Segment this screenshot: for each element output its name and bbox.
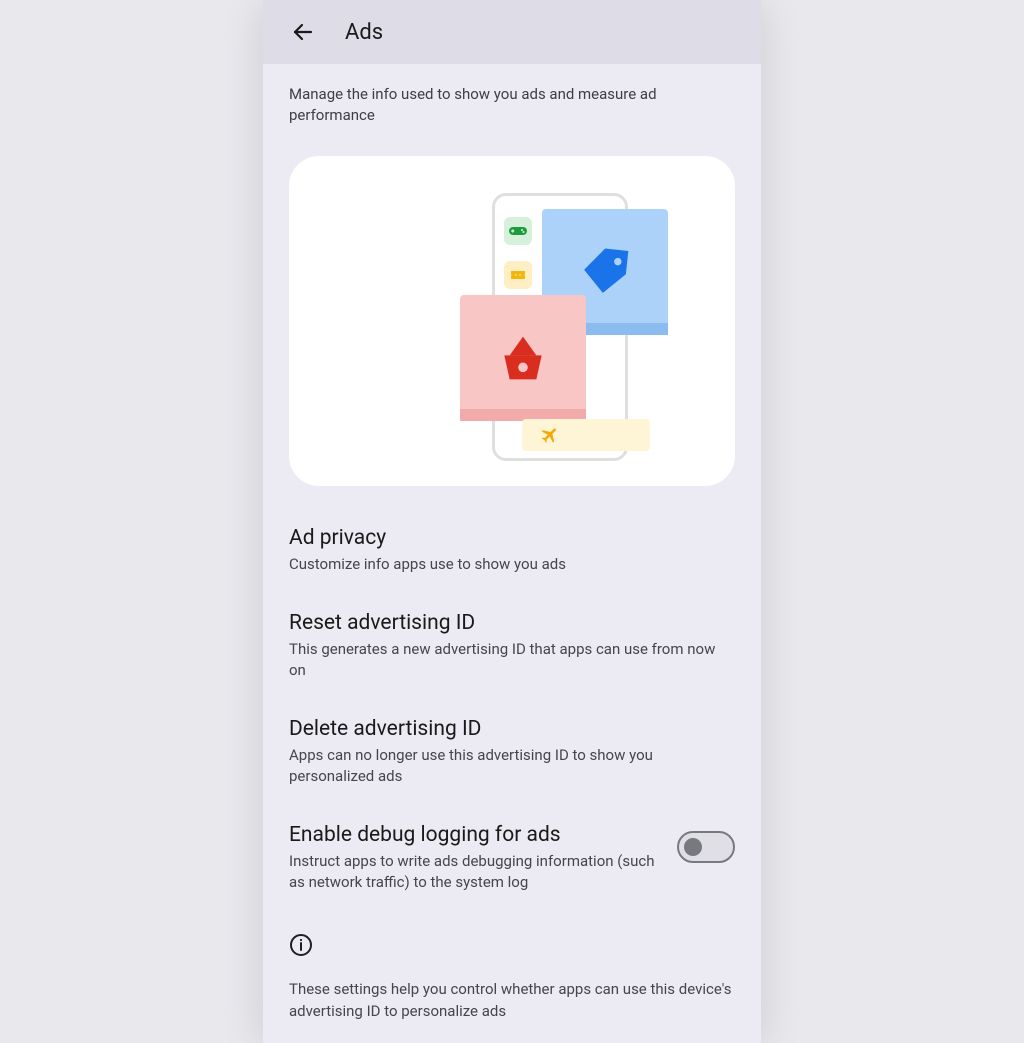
arrow-back-icon [291, 20, 315, 44]
debug-logging-title: Enable debug logging for ads [289, 823, 659, 847]
back-button[interactable] [283, 12, 323, 52]
debug-logging-item: Enable debug logging for ads Instruct ap… [289, 809, 735, 915]
basket-card-graphic [460, 295, 586, 421]
shopping-basket-icon [491, 326, 555, 390]
header-bar: Ads [263, 0, 761, 64]
reset-advertising-id-item[interactable]: Reset advertising ID This generates a ne… [289, 597, 735, 703]
airplane-icon [540, 425, 560, 445]
info-footer-text: These settings help you control whether … [289, 979, 735, 1043]
ad-privacy-title: Ad privacy [289, 526, 735, 550]
tag-icon [577, 244, 633, 300]
info-section: These settings help you control whether … [289, 915, 735, 1043]
reset-advertising-id-title: Reset advertising ID [289, 611, 735, 635]
debug-logging-toggle[interactable] [677, 831, 735, 863]
reset-advertising-id-desc: This generates a new advertising ID that… [289, 639, 735, 681]
delete-advertising-id-title: Delete advertising ID [289, 717, 735, 741]
ticket-icon [504, 261, 532, 289]
info-icon [289, 933, 313, 957]
delete-advertising-id-item[interactable]: Delete advertising ID Apps can no longer… [289, 703, 735, 809]
delete-advertising-id-desc: Apps can no longer use this advertising … [289, 745, 735, 787]
game-controller-icon [504, 217, 532, 245]
page-title: Ads [345, 20, 383, 45]
intro-text: Manage the info used to show you ads and… [289, 64, 735, 156]
debug-logging-desc: Instruct apps to write ads debugging inf… [289, 851, 659, 893]
ad-privacy-item[interactable]: Ad privacy Customize info apps use to sh… [289, 512, 735, 597]
flight-chip-graphic [522, 419, 650, 451]
ads-settings-screen: Ads Manage the info used to show you ads… [263, 0, 761, 1043]
toggle-knob [684, 838, 702, 856]
hero-illustration-card [289, 156, 735, 486]
ad-privacy-desc: Customize info apps use to show you ads [289, 554, 735, 575]
